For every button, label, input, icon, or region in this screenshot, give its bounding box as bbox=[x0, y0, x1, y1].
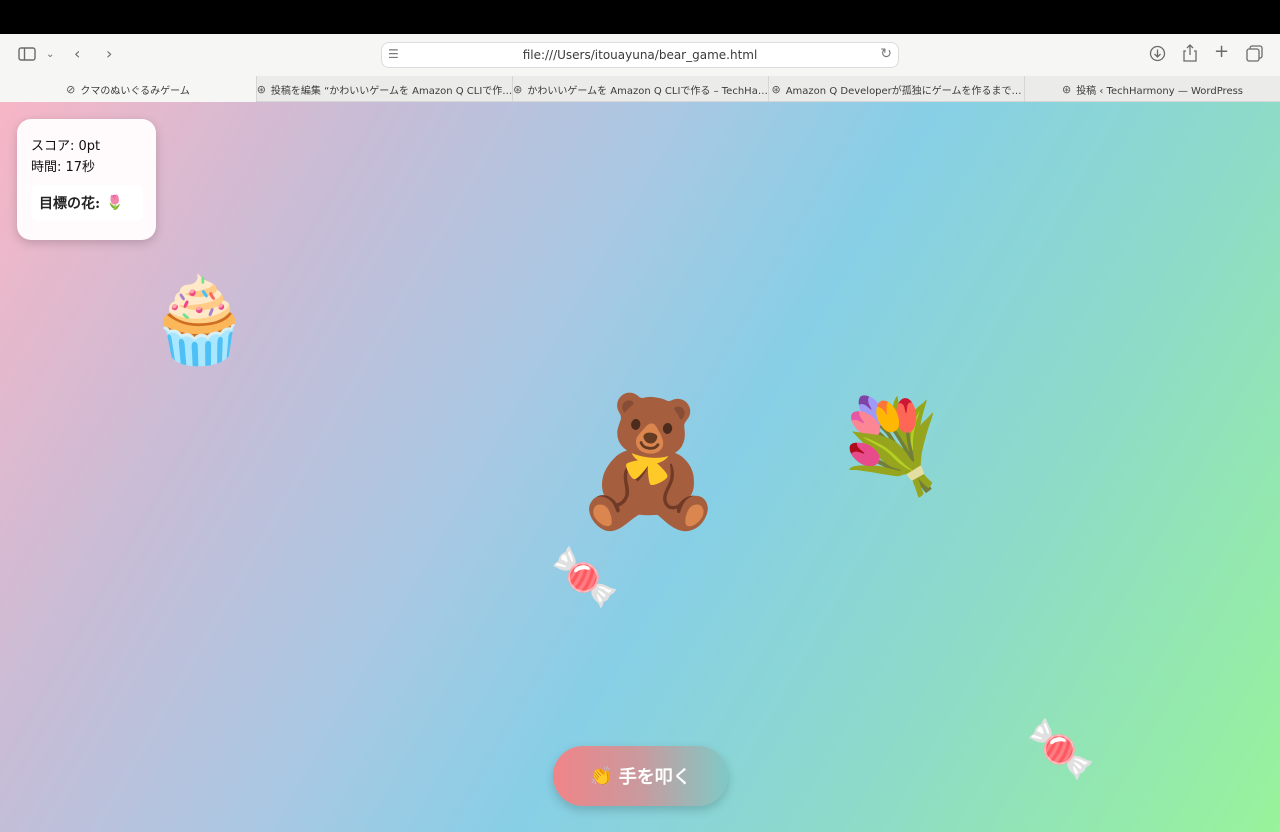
tab-label: 投稿 ‹ TechHarmony — WordPress bbox=[1076, 85, 1244, 97]
tab-techharmony-post[interactable]: ⊛ かわいいゲームを Amazon Q CLIで作る – TechHa… bbox=[512, 76, 768, 102]
new-tab-icon[interactable]: + bbox=[1214, 43, 1229, 61]
game-area[interactable]: スコア: 0pt 時間: 17秒 目標の花: 🌷 🧁 🧸 💐 🍬 🍬 👏 手を叩… bbox=[0, 102, 1280, 832]
candy-icon[interactable]: 🍬 bbox=[1026, 722, 1096, 778]
back-icon[interactable]: ‹ bbox=[74, 46, 80, 62]
chevron-down-icon[interactable]: ⌄ bbox=[46, 47, 54, 63]
tab-label: クマのぬいぐるみゲーム bbox=[80, 85, 190, 97]
bouquet-icon[interactable]: 💐 bbox=[835, 402, 947, 492]
download-icon[interactable] bbox=[1149, 45, 1166, 65]
tab-amazon-q-post[interactable]: ⊛ Amazon Q Developerが孤独にゲームを作るまで… bbox=[768, 76, 1024, 102]
tab-wordpress-posts[interactable]: ⊛ 投稿 ‹ TechHarmony — WordPress bbox=[1024, 76, 1280, 102]
tab-label: Amazon Q Developerが孤独にゲームを作るまで… bbox=[785, 85, 1022, 97]
tab-edit-post[interactable]: ⊛ 投稿を編集 “かわいいゲームを Amazon Q CLIで作… bbox=[256, 76, 512, 102]
tab-bar: ⊘ クマのぬいぐるみゲーム ⊛ 投稿を編集 “かわいいゲームを Amazon Q… bbox=[0, 76, 1280, 102]
address-bar[interactable]: ☰ file:///Users/itouayuna/bear_game.html… bbox=[381, 42, 899, 68]
share-icon[interactable] bbox=[1182, 44, 1198, 65]
url-text: file:///Users/itouayuna/bear_game.html bbox=[522, 48, 758, 62]
reload-icon[interactable]: ↻ bbox=[880, 46, 892, 62]
forward-icon[interactable]: › bbox=[106, 46, 112, 62]
target-flower-box: 目標の花: 🌷 bbox=[31, 185, 143, 221]
tulip-icon: 🌷 bbox=[106, 195, 124, 211]
clap-label: 手を叩く bbox=[618, 767, 691, 788]
cupcake-icon[interactable]: 🧁 bbox=[147, 278, 252, 362]
browser-toolbar: ⌄ ‹ › ☰ file:///Users/itouayuna/bear_gam… bbox=[0, 34, 1280, 76]
tab-bear-game[interactable]: ⊘ クマのぬいぐるみゲーム bbox=[0, 76, 256, 102]
wordpress-icon: ⊛ bbox=[256, 82, 266, 96]
tab-overview-icon[interactable] bbox=[1246, 45, 1263, 65]
sidebar-toggle-icon[interactable] bbox=[18, 46, 36, 65]
candy-icon[interactable]: 🍬 bbox=[550, 550, 620, 606]
compass-icon: ⊘ bbox=[66, 82, 76, 96]
time-text: 時間: 17秒 bbox=[31, 160, 96, 175]
teddy-bear-icon[interactable]: 🧸 bbox=[570, 399, 727, 525]
target-label: 目標の花: bbox=[39, 196, 101, 212]
score-panel: スコア: 0pt 時間: 17秒 目標の花: 🌷 bbox=[17, 119, 156, 240]
clapping-hands-icon: 👏 bbox=[590, 765, 613, 787]
tab-label: 投稿を編集 “かわいいゲームを Amazon Q CLIで作… bbox=[270, 85, 512, 97]
score-text: スコア: 0pt bbox=[31, 139, 101, 154]
wordpress-icon: ⊛ bbox=[513, 82, 523, 96]
system-top-bar bbox=[0, 0, 1280, 34]
wordpress-icon: ⊛ bbox=[1061, 82, 1072, 96]
tab-label: かわいいゲームを Amazon Q CLIで作る – TechHa… bbox=[527, 85, 768, 97]
clap-button[interactable]: 👏 手を叩く bbox=[553, 746, 728, 806]
wordpress-icon: ⊛ bbox=[771, 82, 781, 96]
